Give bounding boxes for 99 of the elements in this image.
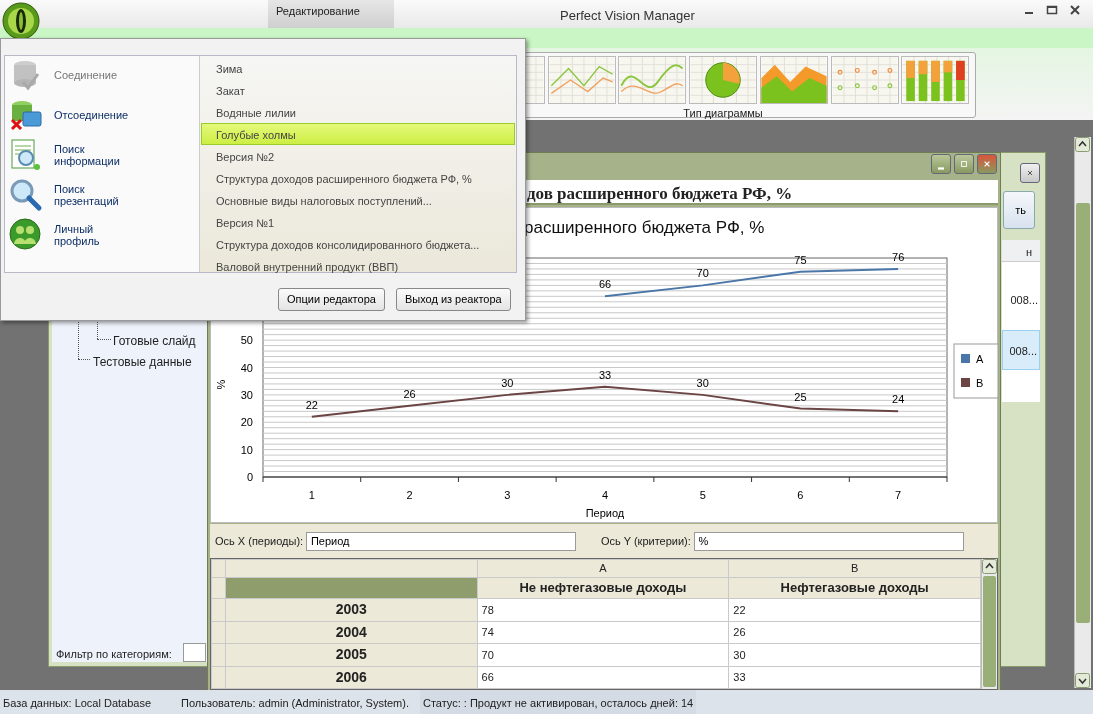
- legend-label: B: [976, 377, 984, 389]
- x-axis-title: Период: [585, 507, 625, 519]
- x-tick-label: 1: [308, 489, 315, 501]
- scroll-down-icon[interactable]: [1075, 673, 1090, 688]
- data-label: 66: [598, 278, 612, 291]
- minimize-button[interactable]: [931, 154, 951, 174]
- status-text: Пользователь: admin (Administrator, System).: [180, 696, 410, 711]
- document-search-icon: [9, 138, 43, 172]
- maximize-icon[interactable]: [1046, 4, 1058, 16]
- status-text: Статус: : Продукт не активирован, осталось дней: 14: [419, 690, 697, 714]
- menu-command[interactable]: Личный профиль: [9, 218, 195, 252]
- recent-document-item[interactable]: Зима: [201, 57, 515, 79]
- maximize-icon: [960, 159, 967, 169]
- x-tick-label: 2: [406, 489, 413, 501]
- field-label: Ось Y (критерии):: [600, 533, 691, 549]
- menu-button[interactable]: Выход из реактора: [395, 288, 511, 311]
- menu-button[interactable]: Опции редактора: [278, 288, 385, 311]
- text-field[interactable]: %: [693, 531, 964, 551]
- recent-document-item[interactable]: Водяные лилии: [201, 101, 515, 123]
- data-label: 33: [598, 368, 612, 381]
- gallery-label: Тип диаграммы: [683, 105, 763, 121]
- y-tick-label: 10: [240, 443, 253, 456]
- recent-document-item[interactable]: Структура доходов консолидированного бюджета...: [201, 233, 515, 255]
- field-label: Ось X (периоды):: [215, 533, 304, 549]
- column-header: Нефтегазовые доходы: [728, 577, 981, 599]
- recent-document-item[interactable]: Версия №2: [201, 145, 515, 167]
- row-header: 2005: [225, 643, 478, 666]
- data-label: 25: [794, 390, 807, 403]
- data-label: 22: [305, 398, 318, 411]
- recent-document-item[interactable]: Закат: [201, 79, 515, 101]
- table-cell: 74: [477, 621, 729, 644]
- y-tick-label: 40: [240, 361, 253, 374]
- close-icon: [983, 159, 990, 169]
- contextual-tab-label: Редактирование: [268, 0, 394, 28]
- data-label: 26: [403, 387, 416, 400]
- search-icon: [9, 178, 43, 212]
- data-label: 76: [892, 250, 905, 263]
- filter-label: Фильтр по категориям:: [56, 647, 172, 662]
- row-header: 2004: [225, 621, 478, 644]
- scroll-thumb[interactable]: [983, 576, 996, 687]
- y-tick-label: 50: [240, 334, 253, 347]
- data-label: 24: [892, 393, 905, 406]
- recent-document-item[interactable]: Версия №1: [201, 211, 515, 233]
- tree-item[interactable]: Тестовые данные: [93, 353, 192, 371]
- menu-command[interactable]: Поиск информации: [9, 138, 195, 172]
- menu-command[interactable]: Поиск презентаций: [9, 178, 195, 212]
- table-cell: 30: [728, 643, 981, 666]
- list-row[interactable]: 008...: [1002, 280, 1040, 320]
- app-logo-icon[interactable]: [2, 2, 40, 40]
- people-icon: [9, 218, 43, 252]
- x-tick-label: 5: [699, 489, 706, 501]
- scroll-up-icon[interactable]: [982, 559, 997, 574]
- row-header: 2006: [225, 666, 478, 689]
- recent-document-item[interactable]: Голубые холмы: [201, 123, 515, 145]
- status-text: База данных: Local Database: [2, 696, 153, 711]
- row-header: 2003: [225, 598, 478, 622]
- table-cell: 22: [728, 598, 981, 622]
- stacked-chart-type-icon[interactable]: [901, 55, 970, 104]
- table-cell: 66: [477, 666, 729, 689]
- legend-label: A: [976, 353, 984, 365]
- y-tick-label: 0: [246, 471, 253, 483]
- text-field[interactable]: Период: [305, 531, 576, 551]
- data-label: 70: [696, 267, 709, 280]
- disconnect-icon: [9, 98, 43, 132]
- x-tick-label: 4: [601, 489, 609, 501]
- menu-command[interactable]: Отсоединение: [9, 98, 195, 132]
- recent-document-item[interactable]: Валовой внутренний продукт (ВВП): [201, 255, 515, 277]
- minimize-icon: [938, 166, 944, 170]
- x-tick-label: 3: [504, 489, 511, 501]
- list-row[interactable]: 008...: [1002, 330, 1040, 370]
- close-button[interactable]: [976, 154, 997, 174]
- tree-item[interactable]: Готовые слайд: [113, 332, 196, 350]
- filter-field[interactable]: [183, 643, 206, 662]
- close-icon[interactable]: [1069, 4, 1081, 16]
- area-chart-type-icon[interactable]: [759, 55, 828, 104]
- table-cell: 78: [477, 598, 729, 622]
- y-tick-label: 20: [240, 416, 253, 429]
- pie-chart-type-icon[interactable]: [689, 55, 757, 104]
- data-label: 30: [696, 376, 709, 389]
- table-cell: 26: [728, 621, 981, 644]
- scroll-up-icon[interactable]: [1075, 137, 1090, 152]
- chart-title: расширенного бюджета РФ, %: [524, 218, 765, 237]
- close-button[interactable]: [1020, 163, 1040, 183]
- data-label: 30: [501, 376, 514, 389]
- x-tick-label: 7: [895, 489, 902, 501]
- action-button[interactable]: ть: [1003, 191, 1035, 229]
- table-cell: 33: [728, 666, 981, 689]
- data-label: 75: [794, 253, 807, 266]
- column-letter: B: [728, 559, 981, 578]
- y-tick-label: 30: [240, 388, 253, 401]
- scroll-thumb[interactable]: [1076, 202, 1090, 623]
- maximize-button[interactable]: [953, 154, 974, 174]
- window-title: Perfect Vision Manager: [560, 7, 695, 25]
- table-cell: 70: [477, 643, 729, 666]
- y-axis-title: %: [215, 379, 227, 390]
- column-header: н: [1002, 240, 1040, 262]
- column-header: Не нефтегазовые доходы: [477, 577, 729, 599]
- x-tick-label: 6: [797, 489, 804, 501]
- column-letter: A: [477, 559, 729, 578]
